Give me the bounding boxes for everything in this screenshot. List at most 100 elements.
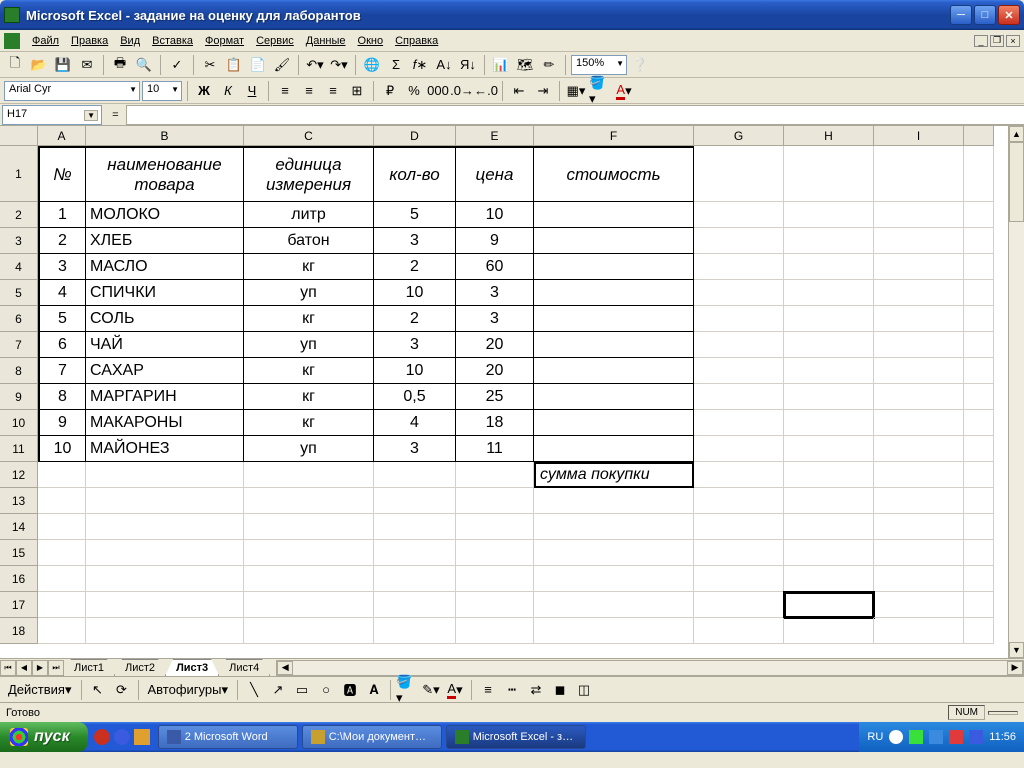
copy-icon[interactable]: 📋 <box>223 54 245 76</box>
cell-J11[interactable] <box>964 436 994 462</box>
taskbar-item-0[interactable]: 2 Microsoft Word <box>158 725 298 749</box>
row-1[interactable]: 1 <box>0 146 38 202</box>
zoom-combo[interactable]: 150% <box>571 55 627 75</box>
arrow-style-icon[interactable]: ⇄ <box>525 679 547 701</box>
cell-A2[interactable]: 1 <box>38 202 86 228</box>
cell-A9[interactable]: 8 <box>38 384 86 410</box>
mail-icon[interactable]: ✉ <box>76 54 98 76</box>
cell-E9[interactable]: 25 <box>456 384 534 410</box>
cell-D18[interactable] <box>374 618 456 644</box>
cell-D1[interactable]: кол-во <box>374 146 456 202</box>
row-16[interactable]: 16 <box>0 566 38 592</box>
font-combo[interactable]: Arial Cyr <box>4 81 140 101</box>
cell-D6[interactable]: 2 <box>374 306 456 332</box>
cell-E18[interactable] <box>456 618 534 644</box>
tray-icon-2[interactable] <box>909 730 923 744</box>
cell-F15[interactable] <box>534 540 694 566</box>
cell-B2[interactable]: МОЛОКО <box>86 202 244 228</box>
cell-B3[interactable]: ХЛЕБ <box>86 228 244 254</box>
cell-F8[interactable] <box>534 358 694 384</box>
cell-G8[interactable] <box>694 358 784 384</box>
cell-F18[interactable] <box>534 618 694 644</box>
ql-icon-1[interactable] <box>94 729 110 745</box>
cell-I4[interactable] <box>874 254 964 280</box>
cell-I6[interactable] <box>874 306 964 332</box>
col-E[interactable]: E <box>456 126 534 146</box>
line-style-icon[interactable]: ≡ <box>477 679 499 701</box>
cell-G17[interactable] <box>694 592 784 618</box>
cell-H14[interactable] <box>784 514 874 540</box>
cell-G7[interactable] <box>694 332 784 358</box>
cell-H11[interactable] <box>784 436 874 462</box>
cell-G3[interactable] <box>694 228 784 254</box>
maximize-button[interactable]: □ <box>974 5 996 25</box>
tab-last-icon[interactable]: ⏭ <box>48 660 64 676</box>
cell-G2[interactable] <box>694 202 784 228</box>
menu-insert[interactable]: Вставка <box>146 33 199 49</box>
cell-I13[interactable] <box>874 488 964 514</box>
drawing-icon[interactable]: ✏ <box>538 54 560 76</box>
cell-D10[interactable]: 4 <box>374 410 456 436</box>
cell-H5[interactable] <box>784 280 874 306</box>
cell-H2[interactable] <box>784 202 874 228</box>
cell-C8[interactable]: кг <box>244 358 374 384</box>
cell-B4[interactable]: МАСЛО <box>86 254 244 280</box>
font-color-icon[interactable]: А▾ <box>613 80 635 102</box>
sheet-tab-Лист1[interactable]: Лист1 <box>63 659 115 676</box>
dec-decimal-icon[interactable]: ←.0 <box>475 80 497 102</box>
cell-E10[interactable]: 18 <box>456 410 534 436</box>
cell-C4[interactable]: кг <box>244 254 374 280</box>
scroll-left-icon[interactable]: ◀ <box>277 661 293 675</box>
cell-E14[interactable] <box>456 514 534 540</box>
cell-C6[interactable]: кг <box>244 306 374 332</box>
col-F[interactable]: F <box>534 126 694 146</box>
cell-I11[interactable] <box>874 436 964 462</box>
row-11[interactable]: 11 <box>0 436 38 462</box>
horizontal-scrollbar[interactable]: ◀ ▶ <box>276 660 1024 676</box>
dash-icon[interactable]: ┅ <box>501 679 523 701</box>
cell-E1[interactable]: цена <box>456 146 534 202</box>
formula-input[interactable] <box>126 105 1024 125</box>
hyperlink-icon[interactable]: 🌐 <box>361 54 383 76</box>
name-box[interactable]: H17 <box>2 105 102 125</box>
cell-E17[interactable] <box>456 592 534 618</box>
cell-F6[interactable] <box>534 306 694 332</box>
start-button[interactable]: пуск <box>0 722 88 752</box>
cell-B9[interactable]: МАРГАРИН <box>86 384 244 410</box>
cell-B18[interactable] <box>86 618 244 644</box>
vertical-scrollbar[interactable]: ▲ ▼ <box>1008 126 1024 658</box>
chart-icon[interactable]: 📊 <box>490 54 512 76</box>
cell-H16[interactable] <box>784 566 874 592</box>
col-A[interactable]: A <box>38 126 86 146</box>
cell-J4[interactable] <box>964 254 994 280</box>
cell-C10[interactable]: кг <box>244 410 374 436</box>
cell-H12[interactable] <box>784 462 874 488</box>
menu-window[interactable]: Окно <box>352 33 390 49</box>
row-9[interactable]: 9 <box>0 384 38 410</box>
function-icon[interactable]: f∗ <box>409 54 431 76</box>
cell-A11[interactable]: 10 <box>38 436 86 462</box>
cell-I14[interactable] <box>874 514 964 540</box>
cell-B17[interactable] <box>86 592 244 618</box>
cell-E7[interactable]: 20 <box>456 332 534 358</box>
menu-help[interactable]: Справка <box>389 33 444 49</box>
rect-icon[interactable]: ▭ <box>291 679 313 701</box>
cell-I18[interactable] <box>874 618 964 644</box>
cell-H4[interactable] <box>784 254 874 280</box>
tray-icon-5[interactable] <box>969 730 983 744</box>
cell-E16[interactable] <box>456 566 534 592</box>
cell-A10[interactable]: 9 <box>38 410 86 436</box>
cell-A17[interactable] <box>38 592 86 618</box>
col-J[interactable] <box>964 126 994 146</box>
ql-icon-2[interactable] <box>114 729 130 745</box>
line-icon[interactable]: ╲ <box>243 679 265 701</box>
row-12[interactable]: 12 <box>0 462 38 488</box>
row-13[interactable]: 13 <box>0 488 38 514</box>
col-I[interactable]: I <box>874 126 964 146</box>
cell-C14[interactable] <box>244 514 374 540</box>
cell-A12[interactable] <box>38 462 86 488</box>
save-icon[interactable]: 💾 <box>52 54 74 76</box>
cell-D5[interactable]: 10 <box>374 280 456 306</box>
cell-I15[interactable] <box>874 540 964 566</box>
percent-icon[interactable]: % <box>403 80 425 102</box>
